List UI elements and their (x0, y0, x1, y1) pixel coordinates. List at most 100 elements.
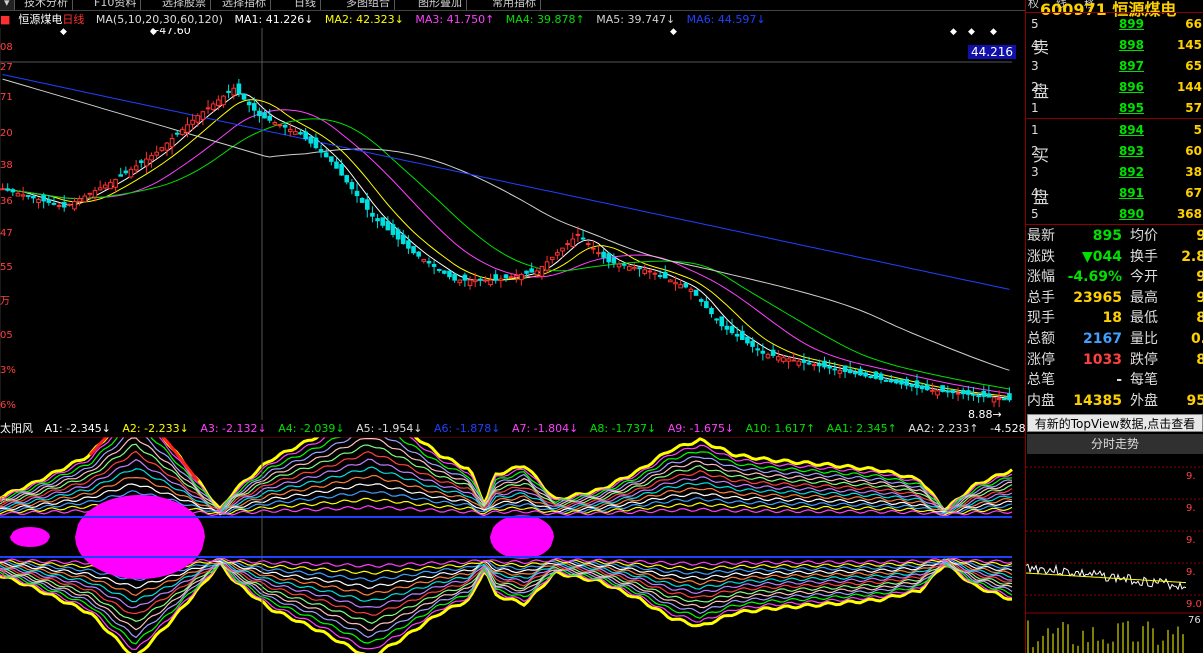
toolbar-f10[interactable]: F10资料 (90, 0, 142, 10)
taiyangfeng-indicator-chart[interactable]: 07 (0, 437, 1025, 653)
candle-up (488, 279, 493, 286)
toolbar-select-stock[interactable]: 选择股票 (158, 0, 211, 10)
event-marker-icon: ◆ (60, 28, 67, 37)
candle-down (370, 212, 375, 217)
timeshare-mini-chart[interactable]: 9. 9. 9. 9. 9.0 76 (1026, 455, 1203, 653)
candle-down (354, 190, 360, 197)
order-price[interactable]: 897 (1098, 56, 1144, 77)
kline-chart[interactable]: ←47.608.88→44.216◆ ◆ ◆ ◆ ◆ ◆0827712038364755万… (0, 28, 1025, 420)
order-level: 4 (1031, 38, 1039, 52)
toolbar-select-indicator[interactable]: 选择指标 (218, 0, 271, 10)
candle-up (277, 124, 283, 127)
panel-tab-adj[interactable]: 权 (1028, 0, 1039, 10)
order-price[interactable]: 891 (1098, 183, 1144, 204)
candle-down (888, 380, 894, 383)
order-price[interactable]: 898 (1098, 35, 1144, 56)
a8-value: A8: -1.737↓ (589, 422, 657, 435)
candle-up (647, 270, 653, 273)
stat-row: 总笔 - 每笔 (1026, 370, 1203, 391)
stat-value: 2.8 (1181, 248, 1203, 265)
candle-down (313, 137, 319, 149)
buy-order-row[interactable]: 1 894 5 (1026, 120, 1203, 141)
indicator-title: 太阳风 (0, 422, 33, 435)
candle-up (575, 233, 581, 236)
left-axis-tick: 27 (0, 62, 13, 73)
order-price[interactable]: 896 (1098, 77, 1144, 98)
buy-order-row[interactable]: 2 893 60 (1026, 141, 1203, 162)
buy-order-row[interactable]: 5 890 368 (1026, 204, 1203, 225)
topview-button[interactable]: 有新的TopView数据,点击查看 (1027, 414, 1203, 432)
toolbar-period[interactable]: 日线 (290, 0, 321, 10)
candle-down (683, 282, 689, 288)
candle-up (472, 279, 478, 283)
sell-order-row[interactable]: 4 898 145 (1026, 35, 1203, 56)
candle-down (606, 253, 612, 263)
candle-down (359, 197, 365, 203)
stat-row: 总手 23965 最高 9 (1026, 288, 1203, 309)
candle-down (745, 336, 750, 344)
order-price[interactable]: 893 (1098, 141, 1144, 162)
a4-value: A4: -2.039↓ (278, 422, 345, 435)
left-axis-tick: 6% (0, 400, 16, 411)
ma6-value: MA6: 44.597↓ (686, 13, 766, 26)
candle-up (15, 192, 21, 197)
ma5-line (2, 78, 1010, 371)
order-volume: 145 (1176, 38, 1202, 52)
stock-title: 恒源煤电 (18, 13, 63, 26)
buy-order-row[interactable]: 3 892 38 (1026, 162, 1203, 183)
toolbar-arrow-icon[interactable]: ▾ (0, 0, 15, 10)
candle-up (108, 181, 113, 190)
candle-down (5, 188, 11, 191)
order-price[interactable]: 894 (1098, 120, 1144, 141)
left-axis-tick: 20 (0, 128, 13, 139)
candle-up (293, 131, 298, 135)
candle-down (950, 389, 956, 394)
stat-label: 跌停 (1130, 351, 1158, 368)
candle-down (914, 380, 920, 388)
sell-order-row[interactable]: 1 895 57 (1026, 98, 1203, 119)
toolbar-common-indicator[interactable]: 常用指标 (488, 0, 541, 10)
stat-label: 最新 (1027, 228, 1055, 244)
candle-down (1001, 398, 1007, 401)
order-level: 5 (1031, 17, 1039, 31)
candle-down (25, 194, 31, 197)
candle-down (118, 174, 124, 177)
stat-label: 涨跌 (1027, 248, 1055, 265)
candle-down (868, 375, 874, 378)
event-marker-icon: ◆ (990, 28, 997, 37)
ma-params: MA(5,10,20,30,60,120) (95, 13, 223, 26)
candle-down (858, 368, 863, 376)
candle-down (924, 384, 930, 391)
candle-up (144, 158, 149, 167)
order-price[interactable]: 895 (1098, 98, 1144, 119)
candle-down (662, 271, 668, 279)
candle-down (853, 372, 858, 375)
candle-down (416, 251, 421, 257)
sell-order-row[interactable]: 3 897 65 (1026, 56, 1203, 77)
toolbar-multi-chart[interactable]: 多图组合 (342, 0, 395, 10)
toolbar-tech-analysis[interactable]: 技术分析 (20, 0, 73, 10)
buy-order-row[interactable]: 4 891 67 (1026, 183, 1203, 204)
candle-up (133, 165, 139, 171)
timeshare-title[interactable]: 分时走势 (1027, 434, 1203, 454)
toolbar-overlay[interactable]: 图形叠加 (414, 0, 467, 10)
sell-order-row[interactable]: 2 896 144 (1026, 77, 1203, 98)
candle-up (205, 107, 211, 110)
candle-down (971, 393, 976, 396)
sell-order-row[interactable]: 5 899 66 (1026, 14, 1203, 35)
candle-up (164, 142, 170, 151)
event-marker-icon: ◆ (150, 28, 157, 37)
quote-panel: 权 线 移 600971 恒源煤电 卖 盘 5 899 66 4 898 145 3 897 6… (1025, 0, 1203, 653)
stat-label: 涨幅 (1027, 269, 1055, 286)
order-price[interactable]: 899 (1098, 14, 1144, 35)
candle-down (323, 152, 329, 158)
order-price[interactable]: 892 (1098, 162, 1144, 183)
candle-down (138, 160, 144, 163)
order-price[interactable]: 890 (1098, 204, 1144, 225)
candle-up (97, 187, 103, 191)
stat-value: 9 (1196, 289, 1203, 306)
aa2-value: AA2: 2.233↑ (908, 422, 979, 435)
order-level: 3 (1031, 59, 1039, 73)
stat-label: 涨停 (1027, 351, 1055, 368)
stat-label: 每笔 (1130, 372, 1158, 389)
